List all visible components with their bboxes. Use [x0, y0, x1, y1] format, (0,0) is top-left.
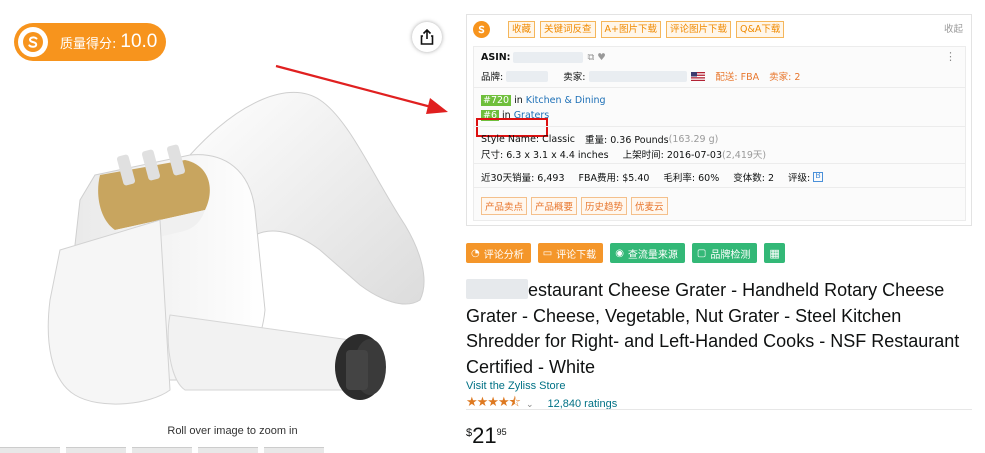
collapse-button[interactable]: 收起: [944, 21, 963, 35]
weight-label: 重量: 0.36 Pounds: [584, 135, 669, 146]
product-info-box: ⋮ ASIN: ⧉ ♥ 品牌: 卖家: 配送: FBA 卖家: 2 #720 i…: [473, 46, 966, 221]
thumbnail-strip[interactable]: [0, 447, 324, 453]
size: 尺寸: 6.3 x 3.1 x 4.4 inches: [481, 150, 609, 161]
sellersprite-panel: 收藏 关键词反查 A+图片下载 评论图片下载 Q&A下载 收起 ⋮ ASIN: …: [466, 14, 972, 226]
brand-blur: [466, 279, 528, 299]
seller-value[interactable]: [589, 70, 688, 82]
seller-label: 卖家:: [563, 72, 586, 83]
action-buttons: ◔ 评论分析 ▭ 评论下载 ◉ 查流量来源 ▢ 品牌检测 ▦: [466, 243, 785, 263]
review-download-label: 评论下载: [556, 249, 597, 261]
price-fraction: 95: [496, 427, 507, 437]
share-button[interactable]: [412, 22, 442, 52]
plugin-toolbar: 收藏 关键词反查 A+图片下载 评论图片下载 Q&A下载 收起: [467, 15, 971, 43]
pie-chart-icon: ◔: [471, 247, 480, 259]
zoom-caption: Roll over image to zoom in: [167, 425, 298, 437]
keyword-reverse-button[interactable]: 关键词反查: [540, 20, 596, 38]
fba-fee: FBA费用: $5.40: [578, 173, 650, 184]
store-link[interactable]: Visit the Zyliss Store: [466, 380, 565, 392]
price: $ 21 95: [466, 425, 507, 447]
grade-label: 评级:: [788, 173, 811, 184]
comment-icon: ▭: [542, 247, 553, 259]
metrics-row: 近30天销量: 6,493 FBA费用: $5.40 毛利率: 60% 变体数:…: [481, 170, 824, 184]
rank-category-link[interactable]: Kitchen & Dining: [526, 95, 606, 106]
traffic-icon: ◉: [615, 247, 624, 259]
review-download-button[interactable]: ▭ 评论下载: [537, 243, 604, 263]
tag-row: 产品卖点 产品概要 历史趋势 优麦云: [481, 197, 672, 215]
star-rating-icon[interactable]: ★★★★⯪: [466, 393, 521, 415]
divider: [466, 409, 972, 410]
aplus-image-download-button[interactable]: A+图片下载: [600, 20, 661, 38]
chevron-down-icon[interactable]: ⌄: [526, 399, 534, 410]
rating-row: ★★★★⯪ ⌄ 12,840 ratings: [466, 393, 617, 415]
traffic-source-label: 查流量来源: [627, 249, 678, 261]
us-flag-icon: [691, 71, 706, 81]
listed-days: (2,419天): [722, 150, 767, 161]
favorite-button[interactable]: 收藏: [508, 20, 536, 38]
rank-badge: #720: [481, 95, 512, 106]
grade-icon[interactable]: [813, 171, 824, 182]
profit-margin: 毛利率: 60%: [663, 173, 720, 184]
review-image-download-button[interactable]: 评论图片下载: [666, 20, 732, 38]
tag-product-summary[interactable]: 产品概要: [531, 197, 578, 215]
copy-icon[interactable]: ⧉: [587, 52, 594, 63]
sales-30-days: 近30天销量: 6,493: [481, 173, 565, 184]
brand-label: 品牌:: [481, 72, 504, 83]
tag-history-trend[interactable]: 历史趋势: [581, 197, 628, 215]
quality-score-badge[interactable]: 质量得分: 10.0: [14, 23, 166, 61]
weight-grams: (163.29 g): [668, 133, 719, 145]
rank-in: in: [514, 95, 523, 106]
tag-selling-points[interactable]: 产品卖点: [481, 197, 528, 215]
fulfillment-label: 配送: FBA: [715, 72, 760, 83]
brand-seller-row: 品牌: 卖家: 配送: FBA 卖家: 2: [481, 69, 800, 83]
calculator-button[interactable]: ▦: [764, 243, 785, 263]
asin-label: ASIN:: [481, 52, 511, 63]
quality-score-label: 质量得分:: [60, 36, 117, 52]
style-weight-row: Style Name: Classic 重量: 0.36 Pounds (163…: [481, 132, 719, 147]
price-whole: 21: [472, 423, 497, 448]
review-analysis-label: 评论分析: [483, 249, 524, 261]
share-icon: [420, 29, 434, 45]
qa-download-button[interactable]: Q&A下载: [736, 20, 785, 38]
tag-youmaiyun[interactable]: 优麦云: [631, 197, 668, 215]
seller-count: 卖家: 2: [769, 72, 801, 83]
size-date-row: 尺寸: 6.3 x 3.1 x 4.4 inches 上架时间: 2016-07…: [481, 147, 766, 161]
brand-check-icon: ▢: [696, 247, 707, 259]
brand-check-label: 品牌检测: [710, 249, 751, 261]
variant-count: 变体数: 2: [733, 173, 775, 184]
product-title-text: estaurant Cheese Grater - Handheld Rotar…: [466, 280, 960, 377]
more-options-icon[interactable]: ⋮: [945, 50, 956, 63]
review-analysis-button[interactable]: ◔ 评论分析: [466, 243, 531, 263]
quality-score-value: 10.0: [120, 31, 158, 52]
sellersprite-logo-icon: [18, 27, 48, 57]
brand-check-button[interactable]: ▢ 品牌检测: [691, 243, 758, 263]
traffic-source-button[interactable]: ◉ 查流量来源: [610, 243, 685, 263]
heart-icon[interactable]: ♥: [597, 52, 606, 63]
product-title: estaurant Cheese Grater - Handheld Rotar…: [466, 278, 976, 380]
style-name: Style Name: Classic: [481, 133, 575, 145]
brand-value[interactable]: [506, 70, 549, 82]
plugin-logo-icon: [473, 20, 490, 38]
listed-date: 上架时间: 2016-07-03: [622, 150, 723, 161]
rank-row-kitchen: #720 in Kitchen & Dining: [481, 95, 606, 106]
annotation-arrow-icon: [275, 64, 448, 114]
asin-row: ASIN: ⧉ ♥: [481, 52, 606, 63]
calculator-icon: ▦: [769, 246, 780, 260]
asin-value: [513, 52, 584, 63]
